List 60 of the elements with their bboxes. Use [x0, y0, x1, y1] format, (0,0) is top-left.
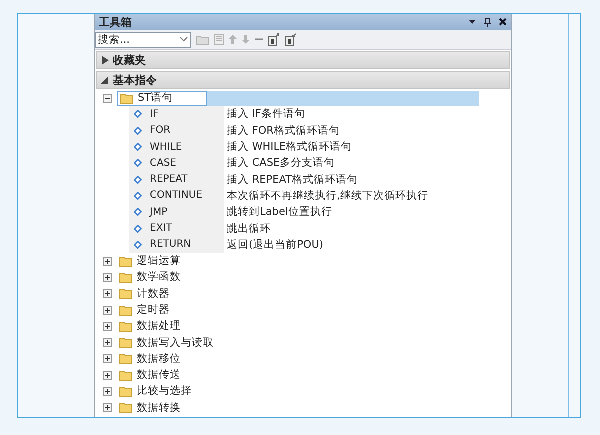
- instruction-name[interactable]: EXIT: [150, 223, 172, 234]
- import-icon[interactable]: [285, 33, 297, 46]
- panel-title: 工具箱: [99, 14, 133, 30]
- pin-icon[interactable]: [484, 18, 491, 26]
- tree-item[interactable]: 数据移位: [117, 351, 207, 366]
- instruction-description: 跳出循环: [226, 222, 271, 236]
- instruction-description: 本次循环不再继续执行,继续下次循环执行: [226, 188, 428, 203]
- instruction-description: 插入 FOR格式循环语句: [226, 124, 340, 138]
- collapse-icon[interactable]: [103, 94, 112, 103]
- collapse-icon: [101, 76, 109, 84]
- folder-icon: [119, 402, 133, 414]
- instruction-description: 插入 CASE多分支语句: [226, 156, 336, 170]
- export-icon[interactable]: [268, 33, 280, 46]
- tree-item[interactable]: 比较与选择: [117, 384, 207, 399]
- section-header[interactable]: 收藏夹: [96, 51, 510, 69]
- instruction-name[interactable]: CASE: [150, 158, 176, 169]
- expand-icon[interactable]: [103, 370, 112, 380]
- search-combo-box[interactable]: 搜索...: [95, 32, 191, 48]
- folder-icon: [119, 337, 133, 348]
- dropdown-icon[interactable]: [469, 20, 476, 24]
- expand-icon[interactable]: [103, 272, 112, 282]
- instruction-description: 插入 IF条件语句: [226, 107, 306, 122]
- minus-icon[interactable]: [255, 38, 263, 41]
- section-header[interactable]: 基本指令: [96, 71, 510, 89]
- expand-icon: [101, 56, 109, 64]
- folder-icon: [119, 288, 133, 300]
- instruction-description: 返回(退出当前POU): [226, 238, 324, 252]
- folder-icon: [119, 272, 133, 283]
- expand-icon[interactable]: [103, 354, 112, 364]
- instruction-description: 插入 WHILE格式循环语句: [226, 140, 352, 154]
- tree-item[interactable]: 数学函数: [117, 270, 207, 285]
- instruction-description: 插入 REPEAT格式循环语句: [226, 172, 358, 187]
- instruction-name[interactable]: FOR: [150, 125, 171, 136]
- expand-icon[interactable]: [103, 256, 112, 266]
- folder-icon: [119, 370, 133, 381]
- tree-item[interactable]: 数据处理: [117, 318, 207, 334]
- tree-item[interactable]: 数据写入与读取: [117, 335, 216, 350]
- folder-icon: [119, 304, 133, 316]
- folder-icon: [119, 256, 133, 267]
- tree-item[interactable]: 逻辑运算: [117, 254, 207, 269]
- folder-icon: [119, 386, 133, 397]
- tree-item[interactable]: 数据传送: [117, 368, 207, 383]
- expand-icon[interactable]: [103, 289, 112, 298]
- tree-item[interactable]: 定时器: [117, 302, 207, 318]
- folder-icon: [120, 92, 134, 104]
- close-icon[interactable]: [499, 18, 507, 26]
- expand-icon[interactable]: [103, 338, 112, 348]
- folder-icon: [119, 353, 133, 364]
- expand-icon[interactable]: [103, 306, 112, 314]
- chevron-down-icon[interactable]: [180, 37, 188, 42]
- expand-icon[interactable]: [103, 403, 112, 412]
- folder-icon: [119, 320, 133, 332]
- expand-icon[interactable]: [103, 386, 112, 396]
- tree-item[interactable]: 数据转换: [117, 400, 207, 416]
- tree-item[interactable]: 计数器: [117, 286, 207, 302]
- expand-icon[interactable]: [103, 322, 112, 331]
- instruction-name[interactable]: JMP: [150, 206, 168, 218]
- instruction-description: 跳转到Label位置执行: [226, 205, 332, 220]
- instruction-name[interactable]: IF: [150, 108, 159, 120]
- tree-item[interactable]: ST语句: [117, 90, 207, 106]
